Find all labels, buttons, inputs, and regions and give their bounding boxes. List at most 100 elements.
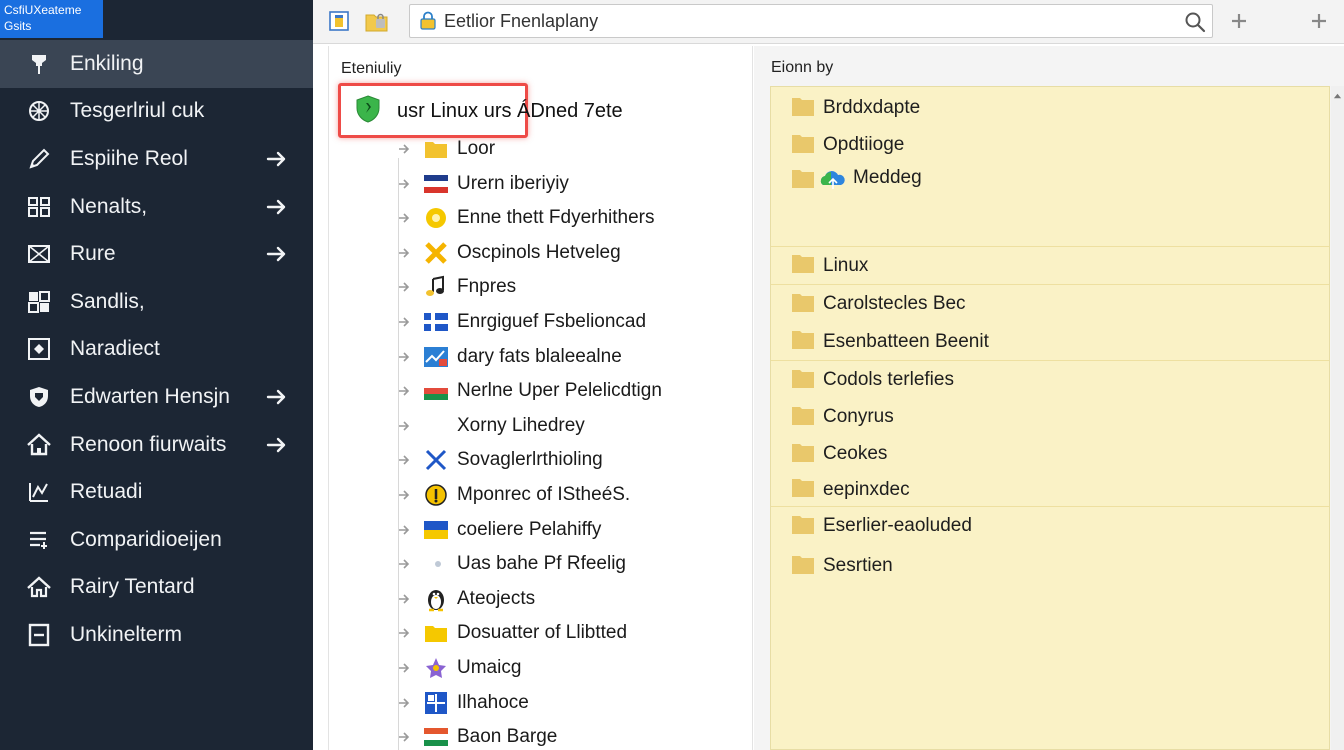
sidebar-item-7[interactable]: Naradiect (0, 326, 313, 374)
address-input[interactable] (444, 9, 1164, 33)
tree-item[interactable]: Sovaglerlrthioling (395, 444, 603, 476)
tree-item[interactable]: Urern iberiyiy (395, 168, 569, 200)
folder-list-item[interactable]: Ceokes (771, 435, 1329, 473)
sidebar-item-1[interactable]: Enkiling (0, 40, 313, 88)
folder-list-item[interactable]: Meddeg (771, 163, 1329, 247)
flag-icon (423, 171, 449, 197)
folder-list-item[interactable]: eepinxdec (771, 473, 1329, 507)
expand-arrow-icon[interactable] (395, 659, 413, 677)
window-icon (24, 620, 54, 650)
expand-arrow-icon[interactable] (395, 694, 413, 712)
sidebar-item-label: Unkinelterm (70, 622, 183, 646)
tree-panel-title: Eteniuliy (341, 60, 402, 77)
arrow-right-icon[interactable] (266, 148, 288, 170)
pin-icon (24, 49, 54, 79)
folder-list-item[interactable]: Linux (771, 247, 1329, 285)
logo-line-2: Gsits (4, 19, 32, 33)
sidebar-item-11[interactable]: Comparidioeijen (0, 516, 313, 564)
bookmark-icon[interactable] (325, 7, 353, 35)
folder-icon (791, 367, 823, 394)
folder-icon (791, 513, 823, 540)
sidebar-item-label: Rure (70, 242, 116, 266)
tree-item[interactable]: Enne thett Fdyerhithers (395, 202, 655, 234)
sidebar-item-8[interactable]: Edwarten Hensjn (0, 373, 313, 421)
sidebar-item-label: Tesgerlriul cuk (70, 99, 205, 123)
tree-item[interactable]: Uas bahe Pf Rfeelig (395, 548, 626, 580)
arrow-right-icon[interactable] (266, 434, 288, 456)
arrow-right-icon[interactable] (266, 196, 288, 218)
address-search-box[interactable] (409, 4, 1213, 38)
tree-item-label: Fnpres (457, 276, 517, 298)
flag-blue-yellow-icon (423, 517, 449, 543)
folder-list-label: Codols terlefies (823, 369, 954, 390)
sidebar-item-4[interactable]: Nenalts, (0, 183, 313, 231)
folder-list-item[interactable]: Codols terlefies (771, 361, 1329, 399)
expand-arrow-icon[interactable] (395, 175, 413, 193)
tree-item[interactable]: Mponrec of IStheéS. (395, 479, 630, 511)
toolbar (313, 0, 1344, 44)
folder-list-item[interactable]: Sesrtien (771, 545, 1329, 587)
tree-item[interactable]: coeliere Pelahiffy (395, 514, 601, 546)
expand-arrow-icon[interactable] (395, 382, 413, 400)
sidebar-item-5[interactable]: Rure (0, 230, 313, 278)
search-icon[interactable] (1184, 11, 1206, 38)
add-tab-icon[interactable] (1225, 7, 1253, 35)
sidebar-item-10[interactable]: Retuadi (0, 468, 313, 516)
tree-item[interactable]: Oscpinols Hetveleg (395, 237, 621, 269)
folder-list-item[interactable]: Conyrus (771, 399, 1329, 435)
tree-item[interactable]: Dosuatter of Llibtted (395, 617, 627, 649)
tree-item[interactable]: Enrgiguef Fsbelioncad (395, 306, 646, 338)
expand-arrow-icon[interactable] (395, 140, 413, 158)
tree-item[interactable]: Ateojects (395, 583, 535, 615)
tree-item[interactable]: Ilhahoce (395, 687, 529, 719)
cloud-folder-icon (791, 167, 853, 191)
sidebar-item-3[interactable]: Espiihe Reol (0, 135, 313, 183)
tree-item[interactable]: Xorny Lihedrey (395, 410, 585, 442)
folder-list-item[interactable]: Esenbatteen Beenit (771, 323, 1329, 361)
folder-list-item[interactable]: Brddxdapte (771, 89, 1329, 127)
folder-icon (791, 476, 823, 503)
expand-arrow-icon[interactable] (395, 624, 413, 642)
sidebar-item-label: Naradiect (70, 337, 160, 361)
expand-arrow-icon[interactable] (395, 451, 413, 469)
folder-list-item[interactable]: Eserlier-eaoluded (771, 507, 1329, 545)
house-icon (24, 572, 54, 602)
expand-arrow-icon[interactable] (395, 486, 413, 504)
list-scrollbar[interactable] (1331, 86, 1344, 750)
tree-item[interactable]: Loor (395, 133, 495, 165)
expand-arrow-icon[interactable] (395, 244, 413, 262)
folder-list-item[interactable]: Opdtiioge (771, 127, 1329, 163)
folder-icon (423, 136, 449, 162)
folder-list-item[interactable]: Carolstecles Bec (771, 285, 1329, 323)
tree-item[interactable]: Baon Barge (395, 721, 557, 750)
expand-arrow-icon[interactable] (395, 348, 413, 366)
expand-arrow-icon[interactable] (395, 728, 413, 746)
tree-root-item[interactable]: usr Linux urs ÁDned 7ete (353, 93, 653, 129)
arrow-right-icon[interactable] (266, 243, 288, 265)
sidebar-item-2[interactable]: Tesgerlriul cuk (0, 88, 313, 136)
music-icon (423, 274, 449, 300)
expand-arrow-icon[interactable] (395, 590, 413, 608)
app-logo[interactable]: CsfiUXeateme Gsits (0, 0, 103, 38)
tree-item[interactable]: Nerlne Uper Pelelicdtign (395, 375, 662, 407)
expand-arrow-icon[interactable] (395, 555, 413, 573)
sidebar-item-6[interactable]: Sandlis, (0, 278, 313, 326)
tree-item[interactable]: Umaicg (395, 652, 521, 684)
expand-arrow-icon[interactable] (395, 209, 413, 227)
arrow-right-icon[interactable] (266, 386, 288, 408)
lock-folder-icon[interactable] (363, 7, 391, 35)
folder-list-label: Brddxdapte (823, 97, 921, 118)
expand-arrow-icon[interactable] (395, 521, 413, 539)
tree-item-label: Dosuatter of Llibtted (457, 622, 628, 644)
sidebar-item-label: Comparidioeijen (70, 527, 222, 551)
expand-arrow-icon[interactable] (395, 278, 413, 296)
expand-arrow-icon[interactable] (395, 313, 413, 331)
sidebar-item-9[interactable]: Renoon fiurwaits (0, 421, 313, 469)
sidebar-item-13[interactable]: Unkinelterm (0, 611, 313, 659)
add-icon[interactable] (1305, 7, 1333, 35)
tree-item[interactable]: Fnpres (395, 271, 516, 303)
tree-item[interactable]: dary fats blaleealne (395, 341, 622, 373)
scroll-up-icon[interactable] (1333, 92, 1342, 101)
expand-arrow-icon[interactable] (395, 417, 413, 435)
sidebar-item-12[interactable]: Rairy Tentard (0, 564, 313, 612)
